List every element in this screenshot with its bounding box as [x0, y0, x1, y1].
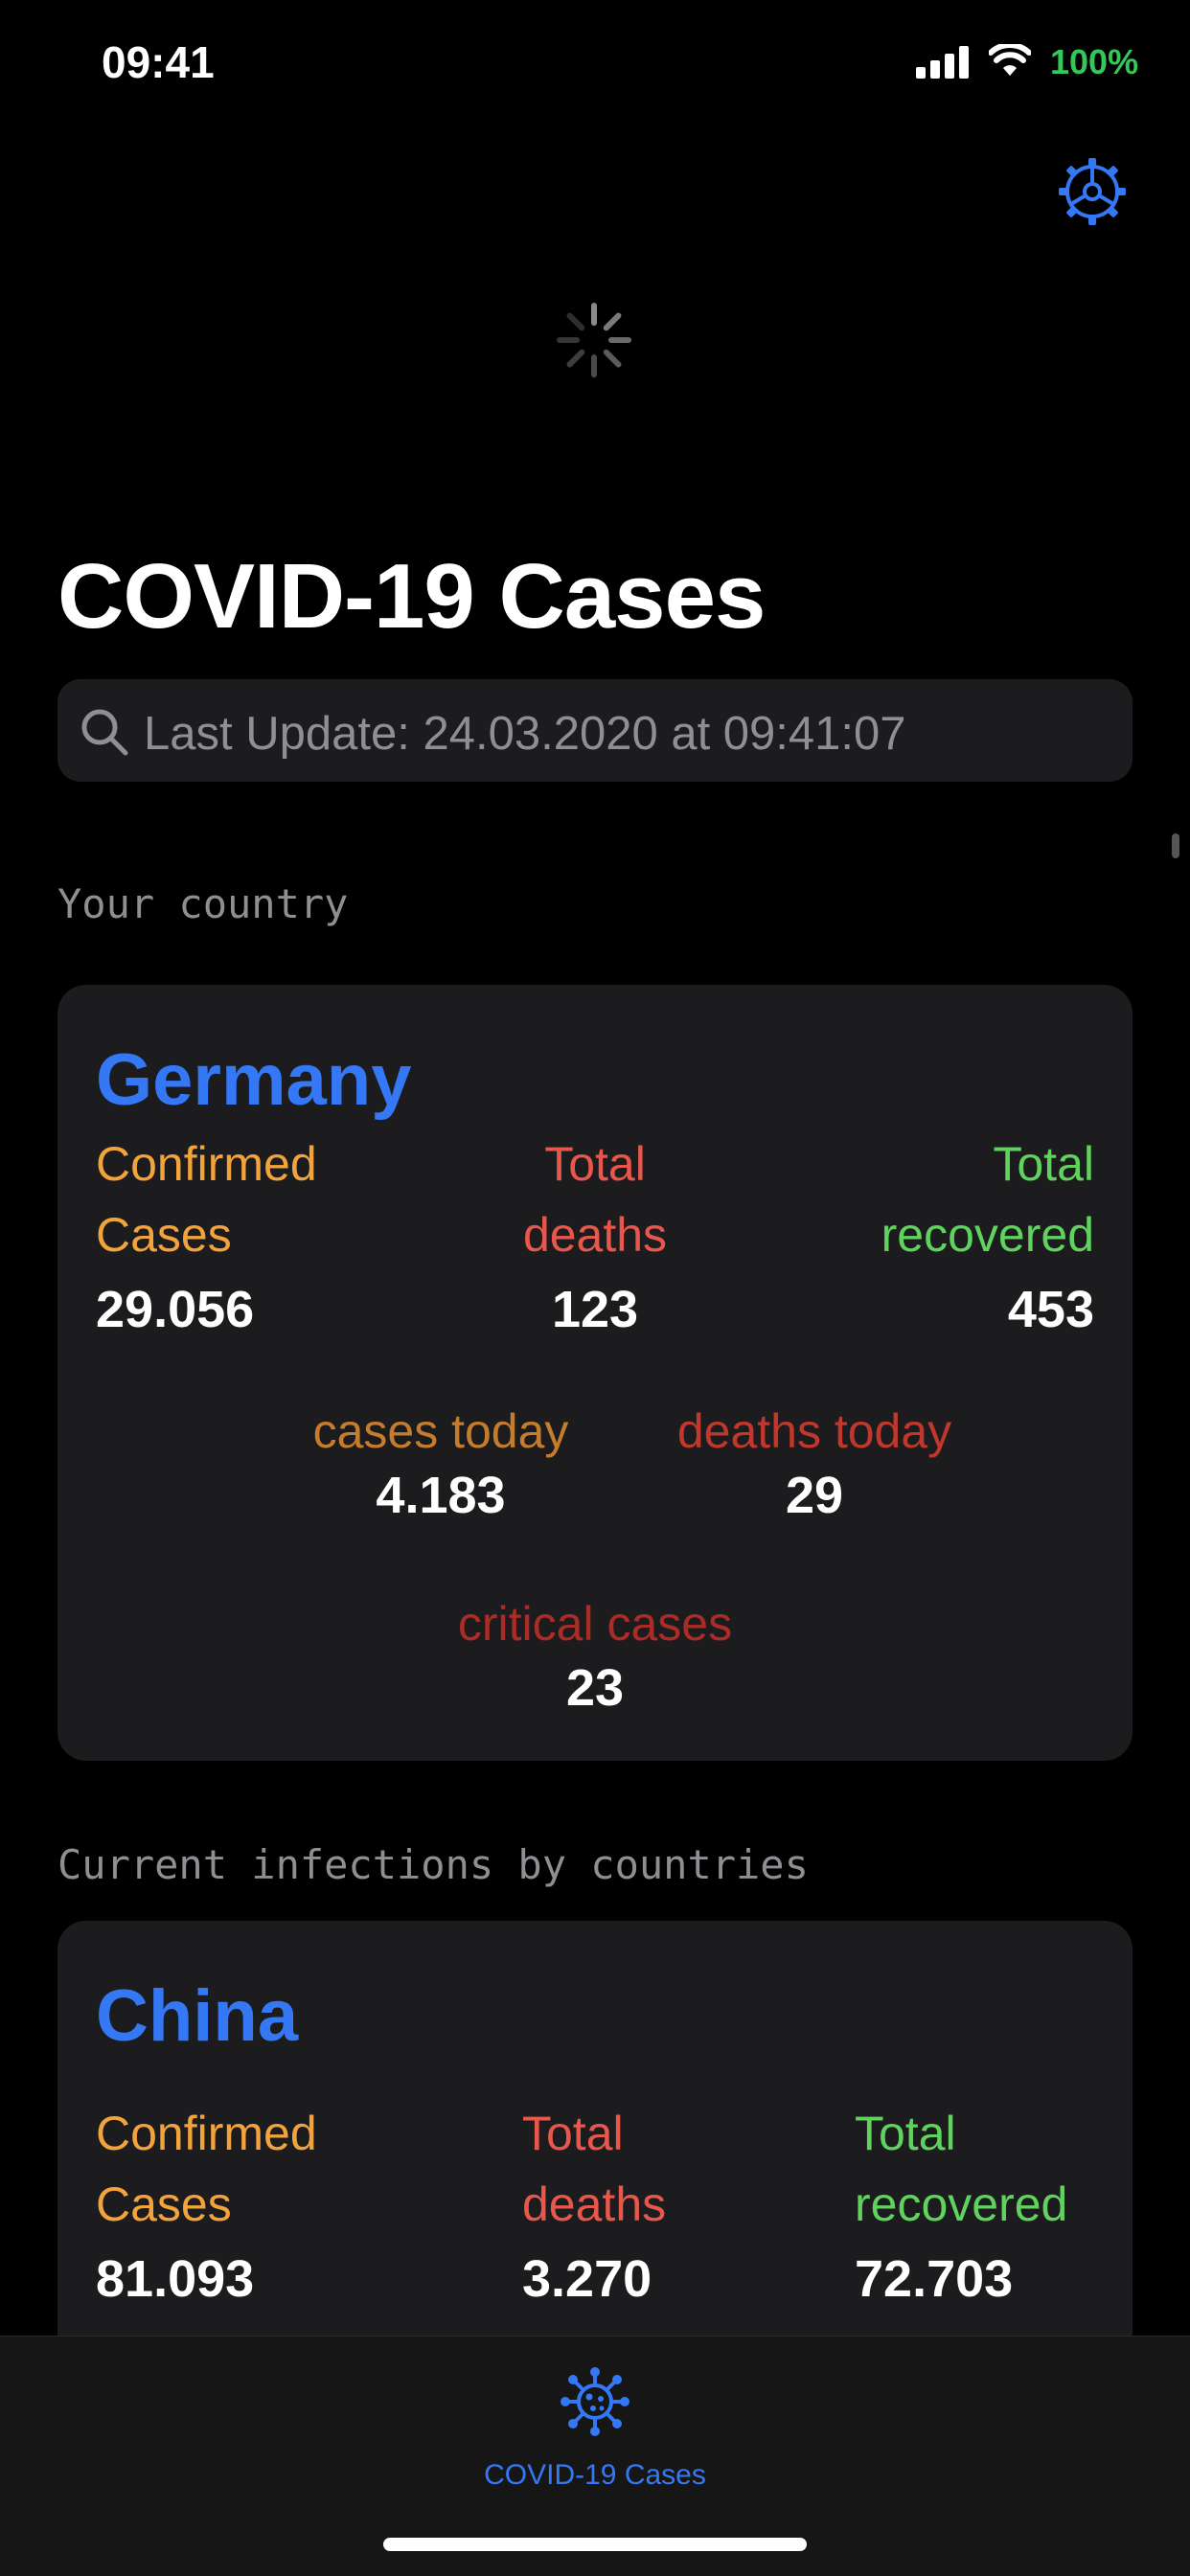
section-label-your-country: Your country [57, 880, 349, 927]
critical-cases-value: 23 [565, 1659, 625, 1717]
status-bar: 09:41 100% [0, 0, 1190, 125]
total-recovered-label: Total recovered [881, 1137, 1094, 1262]
confirmed-value: 29.056 [96, 1281, 255, 1338]
confirmed-value: 81.093 [96, 2250, 255, 2308]
page-title: COVID-19 Cases [57, 545, 766, 648]
deaths-today-label: deaths today [676, 1404, 952, 1458]
home-indicator[interactable] [383, 2538, 807, 2551]
country-card-germany[interactable]: Germany Confirmed Cases Total deaths Tot… [57, 985, 1133, 1761]
total-recovered-label: Total recovered [855, 2107, 1068, 2231]
total-deaths-label: Total deaths [522, 1137, 668, 1262]
country-name: China [96, 1975, 299, 2057]
search-text: Last Update: 24.03.2020 at 09:41:07 [144, 708, 906, 760]
confirmed-label: Confirmed Cases [96, 2107, 317, 2231]
cases-today-value: 4.183 [376, 1467, 506, 1524]
tab-label: COVID-19 Cases [484, 2459, 706, 2491]
virus-icon [561, 2367, 629, 2436]
battery-percentage: 100% [1050, 42, 1139, 81]
critical-cases-label: critical cases [457, 1597, 733, 1651]
magnifier-icon [81, 709, 128, 756]
wifi-icon [989, 44, 1031, 76]
country-name: Germany [96, 1039, 412, 1121]
deaths-value: 3.270 [522, 2250, 652, 2308]
recovered-value: 453 [1007, 1281, 1094, 1338]
section-label-by-countries: Current infections by countries [57, 1841, 809, 1888]
deaths-today-value: 29 [785, 1467, 844, 1524]
deaths-value: 123 [551, 1281, 639, 1338]
cases-today-label: cases today [312, 1404, 569, 1458]
status-time: 09:41 [102, 37, 215, 87]
scroll-indicator[interactable] [1172, 833, 1179, 858]
gear-icon[interactable] [1057, 156, 1128, 227]
recovered-value: 72.703 [855, 2250, 1014, 2308]
cellular-signal-icon [916, 46, 969, 79]
total-deaths-label: Total deaths [522, 2107, 667, 2231]
activity-spinner-icon [557, 303, 631, 377]
tab-covid-cases[interactable]: COVID-19 Cases [451, 2356, 739, 2499]
search-bar[interactable]: Last Update: 24.03.2020 at 09:41:07 [57, 679, 1133, 782]
confirmed-label: Confirmed Cases [96, 1137, 317, 1262]
